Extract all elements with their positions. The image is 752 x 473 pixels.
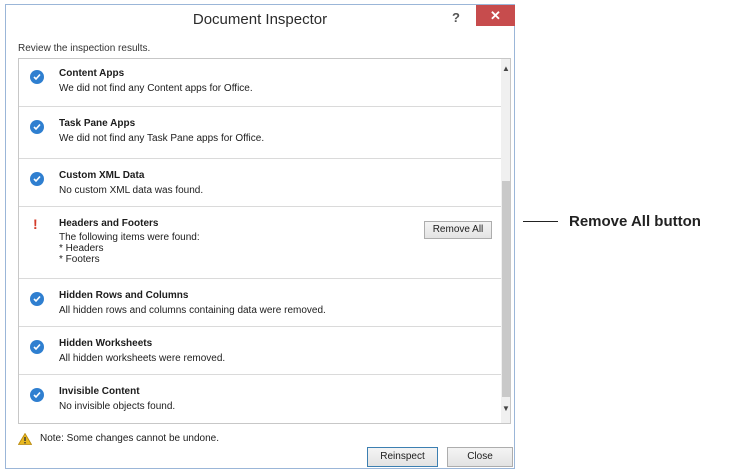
result-title: Hidden Rows and Columns [59,290,189,301]
undo-warning-note: Note: Some changes cannot be undone. [40,433,220,444]
warning-triangle-icon [18,433,32,445]
result-title: Hidden Worksheets [59,338,153,349]
result-description: All hidden rows and columns containing d… [59,305,326,316]
results-list: Content Apps We did not find any Content… [18,58,511,424]
result-hidden-rows-and-columns: Hidden Rows and Columns All hidden rows … [19,279,501,327]
help-button[interactable]: ? [448,9,464,27]
reinspect-button[interactable]: Reinspect [367,447,438,467]
scroll-down-icon[interactable]: ▼ [501,403,510,415]
result-title: Content Apps [59,68,125,79]
result-found-item: * Headers [59,243,104,254]
check-icon [30,120,46,136]
result-description: We did not find any Task Pane apps for O… [59,133,265,144]
close-window-button[interactable]: ✕ [476,5,515,26]
dialog-title: Document Inspector [192,11,328,28]
result-description: All hidden worksheets were removed. [59,353,226,364]
close-icon: ✕ [490,8,501,23]
result-content-apps: Content Apps We did not find any Content… [19,59,501,107]
document-inspector-dialog: Document Inspector ? ✕ Review the inspec… [5,4,515,469]
review-label: Review the inspection results. [18,43,151,54]
check-icon [30,388,46,404]
callout-label: Remove All button [569,213,701,230]
result-description: No custom XML data was found. [59,185,204,196]
result-task-pane-apps: Task Pane Apps We did not find any Task … [19,107,501,159]
exclamation-icon: ! [33,216,38,232]
scroll-up-icon[interactable]: ▲ [501,63,510,75]
remove-all-button[interactable]: Remove All [424,221,492,239]
result-found-item: * Footers [59,254,100,265]
result-headers-and-footers: ! Headers and Footers The following item… [19,207,501,279]
vertical-scrollbar[interactable]: ▲ ▼ [501,59,510,423]
result-hidden-worksheets: Hidden Worksheets All hidden worksheets … [19,327,501,375]
result-title: Invisible Content [59,386,140,397]
check-icon [30,292,46,308]
result-title: Task Pane Apps [59,118,136,129]
close-button[interactable]: Close [447,447,513,467]
result-invisible-content: Invisible Content No invisible objects f… [19,375,501,423]
check-icon [30,70,46,86]
result-title: Headers and Footers [59,218,159,229]
callout-leader-line [523,221,558,222]
result-custom-xml-data: Custom XML Data No custom XML data was f… [19,159,501,207]
scroll-thumb[interactable] [502,181,510,397]
result-description: No invisible objects found. [59,401,176,412]
check-icon [30,340,46,356]
check-icon [30,172,46,188]
result-title: Custom XML Data [59,170,145,181]
result-description: We did not find any Content apps for Off… [59,83,253,94]
title-bar: Document Inspector ? ✕ [6,5,515,34]
result-description: The following items were found: [59,232,200,243]
